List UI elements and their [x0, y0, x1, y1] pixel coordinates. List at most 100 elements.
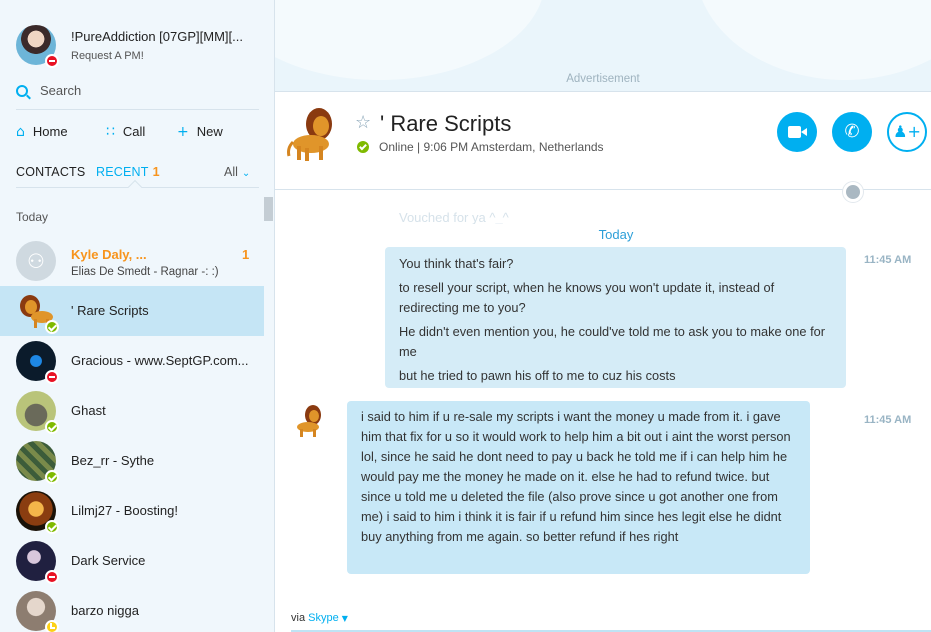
profile-mood[interactable]: Request A PM! [71, 50, 144, 62]
message-timestamp: 11:45 AM [864, 414, 912, 426]
advertisement-banner[interactable]: Advertisement [275, 0, 931, 92]
online-status-icon [45, 470, 59, 484]
add-person-icon: ♟+ [893, 122, 921, 141]
ad-decoration [275, 0, 545, 80]
conversation-pane: Advertisement ☆ ' Rare Scripts Online | … [275, 0, 931, 632]
message-text: You think that's fair? [399, 256, 514, 271]
list-section-label: Today [16, 210, 49, 224]
contact-name: Bez_rr - Sythe [71, 453, 155, 468]
dnd-status-icon [45, 370, 59, 384]
home-icon: ⌂ [16, 124, 25, 140]
sidebar: !PureAddiction [07GP][MM][... Request A … [0, 0, 275, 632]
message-text: i said to him if u re-sale my scripts i … [361, 409, 791, 544]
list-item[interactable]: Gracious - www.SeptGP.com... [0, 336, 264, 386]
contact-tabs: CONTACTS RECENT 1 All ⌄ [16, 160, 259, 195]
tab-recent[interactable]: RECENT 1 [96, 165, 160, 179]
nav-home-button[interactable]: ⌂ Home [16, 124, 68, 140]
service-selector[interactable]: Skype [308, 612, 339, 624]
tab-recent-label: RECENT [96, 165, 149, 179]
chat-title: ' Rare Scripts [380, 111, 512, 136]
nav-call-label: Call [122, 124, 146, 139]
nav-home-label: Home [32, 124, 68, 139]
day-divider: Today [385, 224, 847, 246]
dnd-status-icon [45, 570, 59, 584]
plus-icon: + [177, 124, 189, 140]
lion-avatar [16, 291, 59, 334]
online-status-icon [357, 141, 369, 153]
contact-name: barzo nigga [71, 603, 139, 618]
lion-icon [297, 405, 321, 437]
filter-label: All [224, 165, 238, 179]
nav-call-button[interactable]: ∷ Call [106, 124, 145, 140]
dnd-status-icon [45, 54, 59, 68]
profile-name[interactable]: !PureAddiction [07GP][MM][... [71, 29, 243, 44]
star-icon[interactable]: ☆ [355, 112, 371, 133]
video-icon [788, 126, 807, 138]
phone-icon: ✆ [844, 121, 860, 142]
contact-name: Dark Service [71, 553, 146, 568]
nav-new-button[interactable]: + New [177, 124, 223, 140]
filter-dropdown[interactable]: All ⌄ [224, 165, 250, 179]
video-call-button[interactable] [777, 112, 817, 152]
unread-badge: 1 [242, 247, 250, 262]
ad-decoration [695, 0, 931, 80]
dialpad-icon: ∷ [106, 124, 115, 140]
main-nav: ⌂ Home ∷ Call + New [16, 124, 259, 144]
online-status-icon [45, 520, 59, 534]
chat-avatar[interactable] [285, 102, 347, 164]
add-people-button[interactable]: ♟+ [887, 112, 927, 152]
away-status-icon [45, 620, 59, 632]
tab-contacts[interactable]: CONTACTS [16, 165, 85, 179]
contact-name: Gracious - www.SeptGP.com... [71, 353, 249, 368]
message-text: to resell your script, when he knows you… [399, 280, 775, 315]
group-icon [16, 241, 56, 281]
message-bubble-incoming[interactable]: i said to him if u re-sale my scripts i … [347, 401, 810, 574]
contact-name: Lilmj27 - Boosting! [71, 503, 178, 518]
map-avatar [16, 441, 59, 484]
list-item[interactable]: Bez_rr - Sythe [0, 436, 264, 486]
message-timestamp: 11:45 AM [864, 254, 912, 266]
list-item[interactable]: Lilmj27 - Boosting! [0, 486, 264, 536]
recent-unread-count: 1 [152, 165, 160, 179]
contact-name: Ghast [71, 403, 106, 418]
lion-icon [287, 108, 332, 161]
nav-new-label: New [196, 124, 223, 139]
anime-avatar [16, 541, 59, 584]
contact-last-message: Elias De Smedt - Ragnar -: :) [71, 266, 219, 278]
message-history[interactable]: Vouched for ya ^_^ Today You think that'… [275, 191, 931, 601]
list-item[interactable]: ' Rare Scripts [0, 286, 264, 336]
sender-avatar[interactable] [293, 403, 329, 439]
advertisement-label: Advertisement [566, 73, 640, 85]
contact-list: Kyle Daly, ... Elias De Smedt - Ragnar -… [0, 236, 264, 632]
audio-call-button[interactable]: ✆ [832, 112, 872, 152]
online-status-icon [45, 420, 59, 434]
contact-list-scrollbar[interactable] [264, 197, 273, 221]
profile-avatar[interactable] [16, 25, 59, 68]
compose-bar: via Skype ▼ [275, 606, 931, 632]
contact-name: Kyle Daly, ... [71, 247, 147, 262]
chevron-down-icon[interactable]: ▼ [342, 614, 348, 623]
list-item[interactable]: barzo nigga [0, 586, 264, 632]
fire-avatar [16, 491, 59, 534]
chat-status-line: Online | 9:06 PM Amsterdam, Netherlands [379, 140, 604, 154]
profile-header[interactable]: !PureAddiction [07GP][MM][... Request A … [0, 0, 274, 74]
photo-avatar [16, 591, 59, 632]
message-text: He didn't even mention you, he could've … [399, 324, 826, 359]
tab-pointer [127, 179, 143, 195]
message-text: but he tried to pawn his off to me to cu… [399, 368, 676, 383]
chat-header: ☆ ' Rare Scripts Online | 9:06 PM Amster… [275, 92, 931, 190]
via-label: via Skype ▼ [291, 612, 348, 624]
contact-name: ' Rare Scripts [71, 303, 149, 318]
list-item[interactable]: Kyle Daly, ... Elias De Smedt - Ragnar -… [0, 236, 264, 286]
message-bubble-outgoing[interactable]: You think that's fair? to resell your sc… [385, 247, 846, 388]
droplet-avatar [16, 341, 59, 384]
elephant-avatar [16, 391, 59, 434]
list-item[interactable]: Ghast [0, 386, 264, 436]
list-item[interactable]: Dark Service [0, 536, 264, 586]
search-icon [16, 85, 28, 97]
search-box[interactable] [16, 82, 259, 110]
via-text: via [291, 612, 306, 624]
search-input[interactable] [40, 83, 255, 98]
online-status-icon [45, 320, 59, 334]
faded-message-text: Vouched for ya ^_^ [399, 210, 509, 225]
